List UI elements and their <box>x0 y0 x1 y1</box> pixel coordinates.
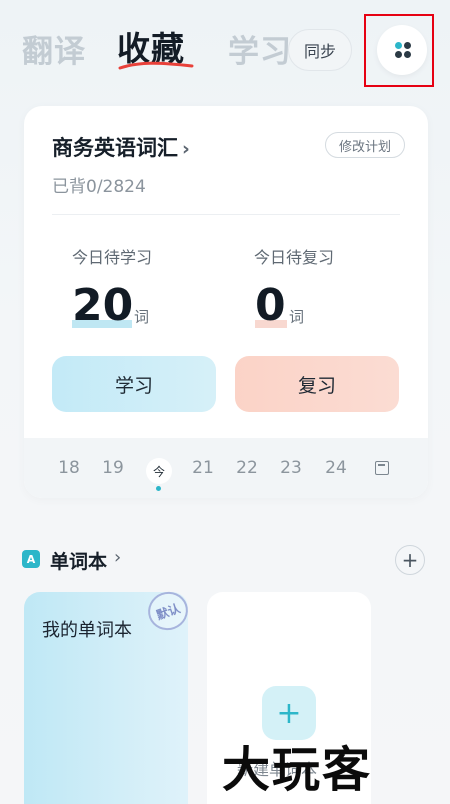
modify-plan-button[interactable]: 修改计划 <box>325 132 405 158</box>
watermark: 大玩客 <box>222 742 373 798</box>
calendar-today[interactable]: 今 <box>146 458 172 484</box>
today-review-count: 0 <box>255 280 286 331</box>
highlight-box <box>364 14 434 87</box>
book-title-text: 商务英语词汇 <box>52 136 178 160</box>
study-plan-card: 商务英语词汇 › 修改计划 已背0/2824 今日待学习 今日待复习 20 0 词… <box>24 106 428 498</box>
learn-button[interactable]: 学习 <box>52 356 216 412</box>
calendar-day[interactable]: 18 <box>54 458 84 478</box>
today-indicator-dot <box>156 486 161 491</box>
review-button[interactable]: 复习 <box>235 356 399 412</box>
wordbook-card[interactable]: 我的单词本 默认 <box>24 586 194 804</box>
top-bar: 翻译 收藏 学习 同步 <box>0 0 450 100</box>
book-title[interactable]: 商务英语词汇 › <box>52 132 190 162</box>
learn-unit: 词 <box>134 308 150 326</box>
calendar-day[interactable]: 24 <box>321 458 351 478</box>
calendar-icon[interactable] <box>375 461 389 475</box>
wordbook-icon: A <box>22 550 40 568</box>
review-unit: 词 <box>289 308 305 326</box>
sync-button[interactable]: 同步 <box>288 29 352 71</box>
calendar-day[interactable]: 19 <box>98 458 128 478</box>
add-wordbook-button[interactable]: + <box>395 545 425 575</box>
progress-text: 已背0/2824 <box>52 177 146 197</box>
active-tab-underline <box>118 61 194 70</box>
wordbook-name: 我的单词本 <box>42 620 132 641</box>
divider <box>52 214 400 215</box>
chevron-right-icon: › <box>114 547 122 568</box>
calendar-day[interactable]: 21 <box>188 458 218 478</box>
calendar-day[interactable]: 23 <box>276 458 306 478</box>
today-learn-count: 20 <box>72 280 134 331</box>
today-review-label: 今日待复习 <box>254 248 335 267</box>
tab-study[interactable]: 学习 <box>228 26 292 71</box>
default-badge: 默认 <box>142 586 194 636</box>
tab-translate[interactable]: 翻译 <box>22 26 86 71</box>
calendar-strip: 18 19 21 22 23 24 <box>24 438 428 498</box>
today-learn-label: 今日待学习 <box>72 248 153 267</box>
calendar-day[interactable]: 22 <box>232 458 262 478</box>
wordbook-title: 单词本 <box>50 551 108 573</box>
chevron-right-icon: › <box>182 138 190 160</box>
